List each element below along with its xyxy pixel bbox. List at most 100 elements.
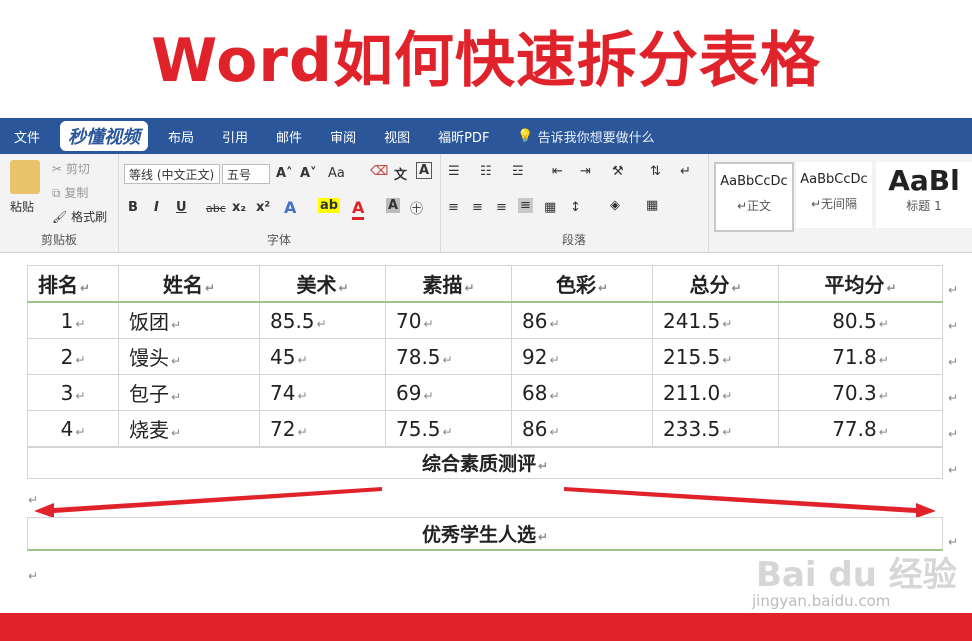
table-cell[interactable]: 68 ↵ <box>511 374 653 411</box>
table-cell[interactable]: 86 ↵ <box>511 410 653 447</box>
cell-end-mark: ↵ <box>537 459 549 473</box>
show-marks-icon[interactable]: ↵ <box>680 164 691 179</box>
table-cell[interactable]: 233.5 ↵ <box>652 410 779 447</box>
strikethrough-button[interactable]: abc <box>206 202 226 215</box>
sort-icon[interactable]: ⇅ <box>650 164 661 179</box>
enclose-characters-icon[interactable]: ㊉ <box>410 198 423 217</box>
header-cell[interactable]: 平均分 ↵ <box>778 265 943 303</box>
score-table[interactable]: 排名 ↵ 姓名 ↵ 美术 ↵ 素描 ↵ 色彩 ↵ 总分 ↵ 平均分 ↵ 1 ↵ 饭团 ↵ 85.5… <box>27 265 943 447</box>
merged-row-selection[interactable]: 优秀学生人选 ↵ <box>27 517 943 551</box>
style-heading-1[interactable]: AaBl 标题 1 <box>876 162 972 228</box>
menu-foxit-pdf[interactable]: 福昕PDF <box>424 127 503 146</box>
cell-text: 74 <box>270 380 296 405</box>
chinese-layout-icon[interactable]: ⚒ <box>612 164 624 179</box>
cut-button[interactable]: ✂ 剪切 <box>52 160 90 177</box>
table-cell[interactable]: 1 ↵ <box>27 301 119 339</box>
shading-icon[interactable]: ◈ <box>610 198 620 213</box>
font-color-icon[interactable]: A <box>352 198 365 220</box>
font-size-combo[interactable]: 五号 <box>222 164 270 184</box>
decrease-indent-icon[interactable]: ⇤ <box>552 164 563 179</box>
italic-button[interactable]: I <box>154 200 159 215</box>
text-effects-icon[interactable]: A <box>284 198 296 217</box>
table-cell[interactable]: 215.5 ↵ <box>652 338 779 375</box>
table-header-row: 排名 ↵ 姓名 ↵ 美术 ↵ 素描 ↵ 色彩 ↵ 总分 ↵ 平均分 ↵ <box>27 265 943 303</box>
cell-end-mark: ↵ <box>297 352 308 367</box>
underline-button[interactable]: U <box>176 200 187 215</box>
table-cell[interactable]: 241.5 ↵ <box>652 301 779 339</box>
menu-references[interactable]: 引用 <box>208 127 262 146</box>
merged-row-evaluation[interactable]: 综合素质测评 ↵ <box>27 447 943 479</box>
align-right-icon[interactable]: ≡ <box>496 200 507 215</box>
right-arrow <box>564 487 936 518</box>
character-border-icon[interactable]: A <box>416 162 433 179</box>
table-cell[interactable]: 211.0 ↵ <box>652 374 779 411</box>
header-text: 美术 <box>296 273 337 297</box>
header-cell[interactable]: 素描 ↵ <box>385 265 512 303</box>
table-cell[interactable]: 烧麦 ↵ <box>118 410 260 447</box>
table-cell[interactable]: 71.8 ↵ <box>778 338 943 375</box>
borders-icon[interactable]: ▦ <box>646 198 658 213</box>
distributed-icon[interactable]: ▦ <box>544 200 556 215</box>
font-name-combo[interactable]: 等线 (中文正文) <box>124 164 220 184</box>
menu-layout[interactable]: 布局 <box>154 127 208 146</box>
table-cell[interactable]: 72 ↵ <box>259 410 386 447</box>
cell-text: 75.5 <box>396 416 441 441</box>
bold-button[interactable]: B <box>128 200 138 215</box>
table-cell[interactable]: 92 ↵ <box>511 338 653 375</box>
menu-file[interactable]: 文件 <box>0 127 54 146</box>
superscript-button[interactable]: x² <box>256 200 270 215</box>
table-cell[interactable]: 74 ↵ <box>259 374 386 411</box>
cell-end-mark: ↵ <box>171 318 182 332</box>
table-cell[interactable]: 饭团 ↵ <box>118 301 260 339</box>
bullets-icon[interactable]: ☰ <box>448 164 460 179</box>
align-center-icon[interactable]: ≡ <box>472 200 483 215</box>
table-cell[interactable]: 77.8 ↵ <box>778 410 943 447</box>
character-shading-icon[interactable]: A <box>386 198 401 213</box>
table-cell[interactable]: 4 ↵ <box>27 410 119 447</box>
clear-format-icon[interactable]: ⌫ <box>370 164 388 179</box>
phonetic-guide-icon[interactable]: 文 <box>394 164 407 183</box>
cell-text: 71.8 <box>832 344 877 369</box>
line-spacing-icon[interactable]: ↕ <box>570 200 581 215</box>
numbering-icon[interactable]: ☷ <box>480 164 492 179</box>
paste-icon[interactable] <box>10 160 40 194</box>
paste-button[interactable]: 粘贴 <box>10 198 34 215</box>
copy-button[interactable]: ⧉ 复制 <box>52 184 88 201</box>
style-no-spacing[interactable]: AaBbCcDc ↵无间隔 <box>796 162 872 228</box>
menu-view[interactable]: 视图 <box>370 127 424 146</box>
multilevel-list-icon[interactable]: ☲ <box>512 164 524 179</box>
justify-icon[interactable]: ≡ <box>518 198 533 213</box>
tell-me-search[interactable]: 💡 告诉我你想要做什么 <box>503 127 668 146</box>
align-left-icon[interactable]: ≡ <box>448 200 459 215</box>
change-case-button[interactable]: Aa <box>328 166 345 181</box>
table-cell[interactable]: 80.5 ↵ <box>778 301 943 339</box>
table-cell[interactable]: 75.5 ↵ <box>385 410 512 447</box>
table-cell[interactable]: 70 ↵ <box>385 301 512 339</box>
table-cell[interactable]: 2 ↵ <box>27 338 119 375</box>
style-normal[interactable]: AaBbCcDc ↵正文 <box>714 162 794 232</box>
highlight-color-icon[interactable]: ab <box>318 198 341 213</box>
header-cell[interactable]: 美术 ↵ <box>259 265 386 303</box>
table-cell[interactable]: 70.3 ↵ <box>778 374 943 411</box>
menu-review[interactable]: 审阅 <box>316 127 370 146</box>
format-painter-button[interactable]: 🖌 格式刷 <box>52 208 107 225</box>
increase-indent-icon[interactable]: ⇥ <box>580 164 591 179</box>
table-cell[interactable]: 86 ↵ <box>511 301 653 339</box>
header-cell[interactable]: 姓名 ↵ <box>118 265 260 303</box>
table-cell[interactable]: 69 ↵ <box>385 374 512 411</box>
header-cell[interactable]: 色彩 ↵ <box>511 265 653 303</box>
table-cell[interactable]: 3 ↵ <box>27 374 119 411</box>
header-cell[interactable]: 排名 ↵ <box>27 265 119 303</box>
header-cell[interactable]: 总分 ↵ <box>652 265 779 303</box>
menu-mailings[interactable]: 邮件 <box>262 127 316 146</box>
table-cell[interactable]: 45 ↵ <box>259 338 386 375</box>
table-cell[interactable]: 包子 ↵ <box>118 374 260 411</box>
table-cell[interactable]: 85.5 ↵ <box>259 301 386 339</box>
subscript-button[interactable]: x₂ <box>232 200 246 215</box>
cell-end-mark: ↵ <box>722 424 733 439</box>
table-cell[interactable]: 78.5 ↵ <box>385 338 512 375</box>
cell-text: 2 <box>60 344 74 369</box>
shrink-font-button[interactable]: A˅ <box>300 166 317 181</box>
table-cell[interactable]: 馒头 ↵ <box>118 338 260 375</box>
grow-font-button[interactable]: A˄ <box>276 166 293 181</box>
